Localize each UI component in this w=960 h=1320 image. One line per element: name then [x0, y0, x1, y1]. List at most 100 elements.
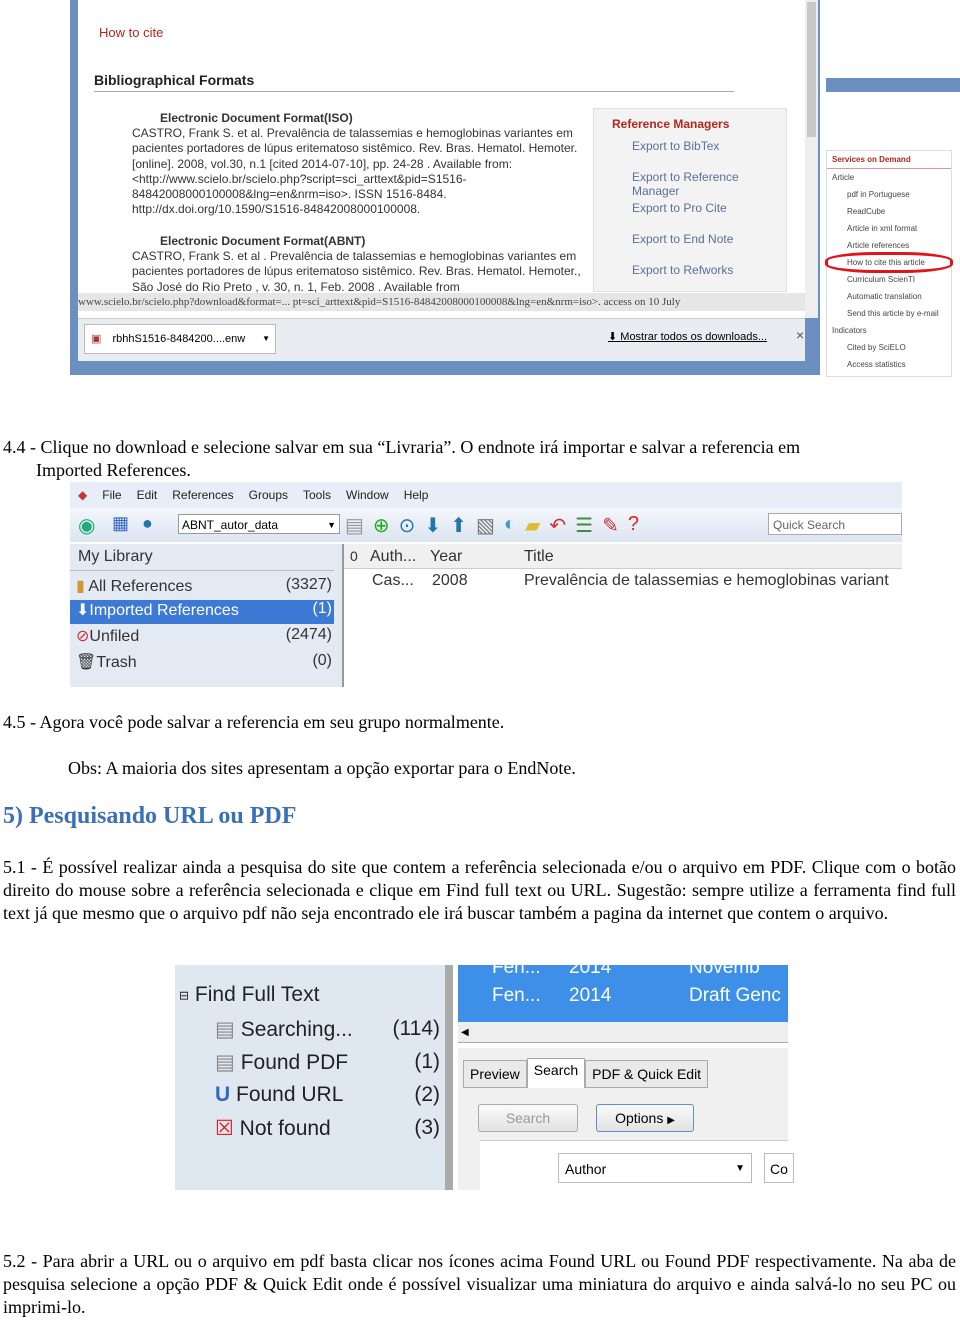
export-procite-link[interactable]: Export to Pro Cite — [632, 201, 727, 215]
services-panel: Services on Demand Article pdf in Portug… — [825, 150, 953, 377]
service-link[interactable]: Send this article by e-mail — [827, 305, 951, 322]
scrollbar[interactable] — [805, 0, 818, 318]
download-bar: ▣ rbhhS1516-8484200....enw ▼ ⬇ Mostrar t… — [78, 318, 805, 361]
col-attachment[interactable]: 0 — [350, 548, 358, 564]
item-count: (114) — [392, 1017, 440, 1040]
add-reference-icon[interactable]: ⊕ — [373, 513, 390, 538]
x-icon: ☒ — [215, 1117, 240, 1140]
service-link[interactable]: Curriculum ScienTI — [827, 271, 951, 288]
folder-icon[interactable]: ▰ — [525, 513, 540, 538]
citation-line: [online]. 2008, vol.30, n.1 [cited 2014-… — [132, 156, 513, 171]
citation-line: <http://www.scielo.br/scielo.php?script=… — [132, 171, 467, 186]
reference-row[interactable]: Cas... 2008 Prevalência de talassemias e… — [344, 570, 902, 594]
tab-bar: Preview Search PDF & Quick Edit — [463, 1058, 709, 1088]
find-full-text-icon[interactable]: ▧ — [476, 513, 495, 538]
citation-line: 84842008000100008&lng=en&nrm=iso>. ISSN … — [132, 187, 447, 202]
close-icon[interactable]: × — [796, 327, 804, 343]
group-name: Unfiled — [89, 628, 140, 645]
horizontal-scrollbar[interactable]: ◀ — [458, 1022, 788, 1043]
service-link[interactable]: pdf in Portuguese — [827, 186, 951, 203]
tab-pdf-quick-edit[interactable]: PDF & Quick Edit — [585, 1060, 709, 1088]
found-pdf-item[interactable]: ▤ Found PDF (1) — [215, 1050, 440, 1075]
col-year[interactable]: Year — [430, 548, 462, 566]
insert-citation-icon[interactable]: ↶ — [549, 513, 566, 538]
service-link[interactable]: Automatic translation — [827, 288, 951, 305]
chevron-down-icon[interactable]: ▼ — [262, 325, 270, 353]
menu-bar: ◆ File Edit References Groups Tools Window Hel… — [70, 482, 902, 508]
import-icon[interactable]: ⬇ — [424, 513, 441, 538]
search-icon[interactable]: ⊙ — [399, 513, 416, 538]
export-refman-link[interactable]: Export to Reference Manager — [632, 170, 786, 198]
ref-managers-heading: Reference Managers — [612, 117, 730, 131]
item-count: (3) — [414, 1116, 440, 1139]
chevron-right-icon: ▶ — [667, 1115, 675, 1126]
abnt-citation: CASTRO, Frank S. et al . Prevalência de … — [132, 249, 581, 295]
detail-pane: Preview Search PDF & Quick Edit Search O… — [458, 1048, 794, 1191]
cell-author: Cas... — [372, 572, 414, 589]
paragraph-4-5: 4.5 - Agora você pode salvar a referenci… — [3, 712, 505, 732]
export-bibtex-link[interactable]: Export to BibTex — [632, 139, 719, 153]
menu-tools[interactable]: Tools — [303, 488, 331, 502]
group-count: (1) — [312, 600, 332, 617]
field-value: Author — [565, 1161, 607, 1177]
group-trash[interactable]: 🗑︎Trash (0) — [76, 652, 332, 676]
cell-year: 2014 — [569, 965, 612, 978]
search-button[interactable]: Search — [478, 1104, 578, 1132]
col-title[interactable]: Title — [524, 548, 554, 566]
citation-line: http://dx.doi.org/10.1590/S1516-84842008… — [132, 202, 421, 217]
download-item[interactable]: ▣ rbhhS1516-8484200....enw ▼ — [84, 324, 276, 354]
how-to-cite-label: How to cite — [99, 25, 164, 40]
condition-select[interactable]: Co — [764, 1153, 794, 1183]
indicator-link[interactable]: Cited by SciELO — [827, 339, 951, 356]
group-all-references[interactable]: ▮ All References (3327) — [76, 576, 332, 600]
menu-file[interactable]: File — [102, 488, 121, 502]
menu-edit[interactable]: Edit — [137, 488, 158, 502]
format-bibliography-icon[interactable]: ☰ — [575, 513, 593, 538]
text-line: 4.4 - Clique no download e selecione sal… — [3, 437, 801, 457]
online-search-icon[interactable]: ◉ — [78, 513, 95, 538]
field-select[interactable]: Author ▼ — [558, 1153, 752, 1183]
item-count: (1) — [414, 1050, 440, 1073]
globe-icon[interactable]: ● — [142, 513, 153, 534]
how-to-cite-link-highlighted[interactable]: How to cite this article — [825, 252, 953, 273]
tab-preview[interactable]: Preview — [463, 1060, 527, 1088]
library-icon[interactable]: ▦ — [112, 513, 129, 534]
cell-title: Prevalência de talassemias e hemoglobina… — [524, 572, 889, 589]
export-icon[interactable]: ⬆ — [450, 513, 467, 538]
options-button[interactable]: Options ▶ — [596, 1104, 694, 1132]
collapse-icon[interactable]: ⊟ — [179, 988, 189, 1002]
group-unfiled[interactable]: ⊘Unfiled (2474) — [76, 626, 332, 650]
help-icon[interactable]: ? — [628, 513, 639, 538]
splitter[interactable] — [445, 965, 453, 1190]
not-found-item[interactable]: ☒ Not found (3) — [215, 1116, 440, 1141]
export-refworks-link[interactable]: Export to Refworks — [632, 263, 733, 277]
tab-search[interactable]: Search — [526, 1058, 586, 1088]
service-link[interactable]: ReadCube — [827, 203, 951, 220]
find-full-text-group[interactable]: ⊟ Find Full Text — [179, 983, 319, 1007]
open-link-icon[interactable]: ◐ — [504, 513, 516, 538]
document-icon: ▤ — [215, 1018, 241, 1041]
service-link[interactable]: Article references — [827, 237, 951, 254]
scroll-left-icon[interactable]: ◀ — [461, 1027, 469, 1038]
edit-style-icon[interactable]: ▤ — [345, 513, 364, 538]
col-author[interactable]: Auth... — [370, 548, 416, 566]
indicator-link[interactable]: Access statistics — [827, 356, 951, 373]
searching-item[interactable]: ▤ Searching... (114) — [215, 1017, 440, 1042]
item-name: Found URL — [236, 1083, 344, 1106]
chevron-down-icon: ▼ — [735, 1163, 745, 1174]
file-icon: ▣ — [91, 333, 102, 345]
menu-references[interactable]: References — [172, 488, 233, 502]
menu-help[interactable]: Help — [404, 488, 429, 502]
group-imported-references[interactable]: ⬇Imported References (1) — [70, 600, 334, 624]
export-endnote-link[interactable]: Export to End Note — [632, 232, 733, 246]
reference-list-selected[interactable]: Fen... 2014 Novemb Fen... 2014 Draft Genc — [458, 965, 788, 1022]
show-all-downloads-link[interactable]: ⬇ Mostrar todos os downloads... — [608, 330, 767, 343]
style-select[interactable]: ABNT_autor_data ▼ — [178, 514, 340, 534]
quick-search-input[interactable]: Quick Search — [768, 513, 902, 535]
menu-groups[interactable]: Groups — [249, 488, 288, 502]
menu-window[interactable]: Window — [346, 488, 389, 502]
found-url-item[interactable]: U Found URL (2) — [215, 1083, 440, 1107]
cwyw-icon[interactable]: ✎ — [602, 513, 619, 538]
service-link[interactable]: Article in xml format — [827, 220, 951, 237]
browser-frame — [826, 78, 960, 92]
